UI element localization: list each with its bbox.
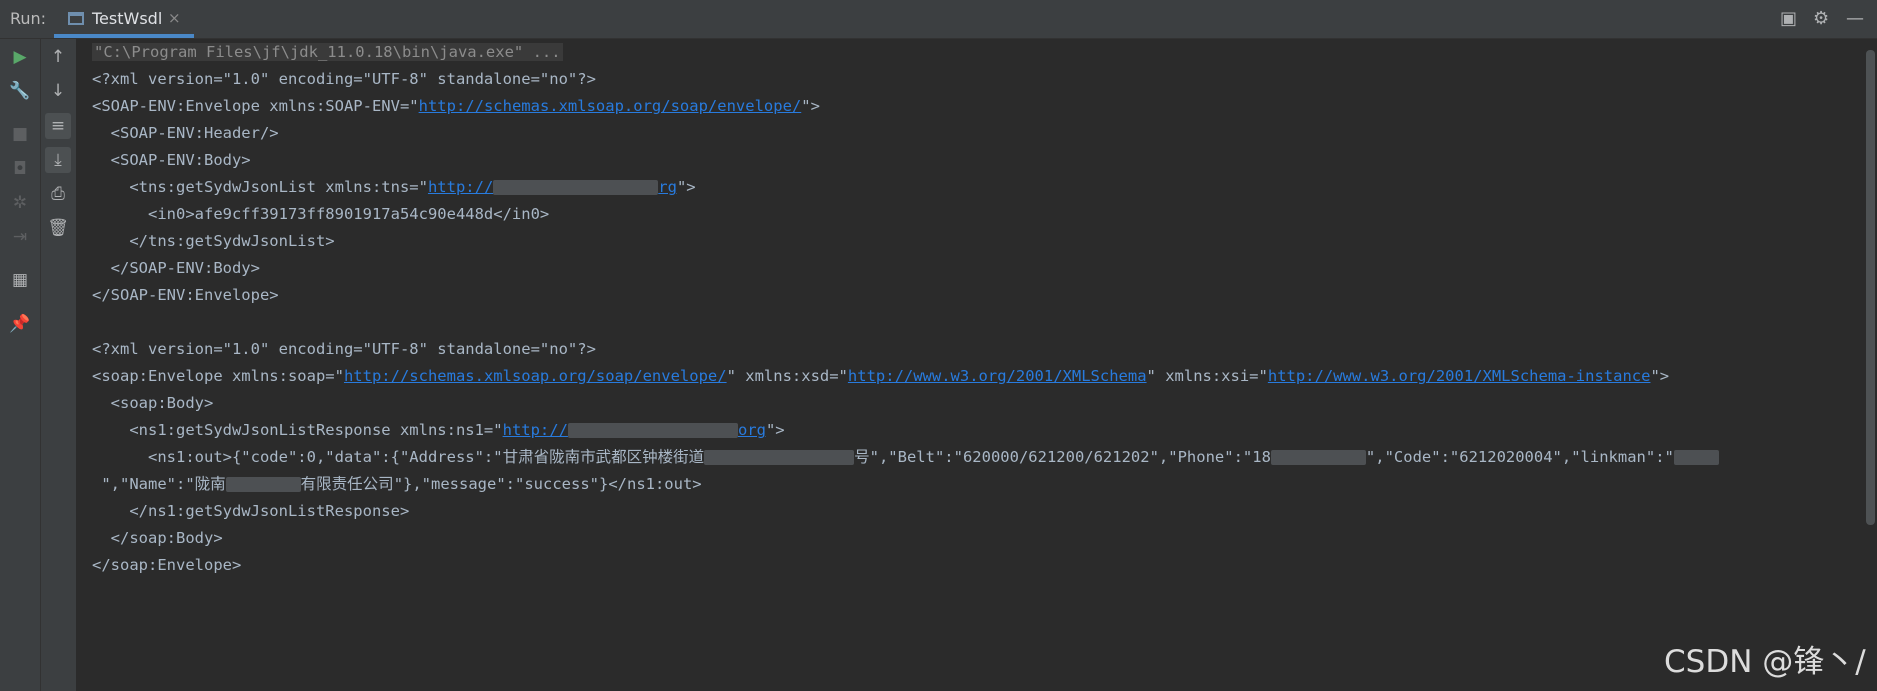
console-line: <soap:Body> xyxy=(92,394,214,412)
console-line: <?xml version="1.0" encoding="UTF-8" sta… xyxy=(92,70,596,88)
layout-icon[interactable]: ▣ xyxy=(1780,8,1797,29)
rerun-icon[interactable]: ▶ xyxy=(7,44,33,70)
redacted-blur xyxy=(704,450,855,465)
text: "},"message":"success"}</ns1:out> xyxy=(393,475,702,493)
console-line: "C:\Program Files\jf\jdk_11.0.18\bin\jav… xyxy=(92,41,563,63)
text: <SOAP-ENV:Envelope xmlns:SOAP-ENV=" xyxy=(92,97,419,115)
watermark: CSDN @锋丶/ xyxy=(1664,644,1866,680)
arrow-up-icon[interactable]: ↑ xyxy=(45,44,71,70)
tab-title: TestWsdl xyxy=(92,9,163,28)
text: 陇南 xyxy=(194,475,226,493)
soft-wrap-icon[interactable]: ≡ xyxy=(45,113,71,139)
text: " xmlns:xsi=" xyxy=(1146,367,1268,385)
text: 号 xyxy=(854,448,870,466)
text: <ns1:getSydwJsonListResponse xmlns:ns1=" xyxy=(92,421,503,439)
close-icon[interactable]: × xyxy=(168,9,181,27)
stop-icon[interactable]: ■ xyxy=(7,121,33,147)
text: <ns1:out>{"code":0,"data":{"Address":" xyxy=(92,448,503,466)
text: "> xyxy=(1650,367,1670,385)
text: ","Name":" xyxy=(92,475,195,493)
run-label: Run: xyxy=(10,9,47,28)
wrench-icon[interactable]: 🔧 xyxy=(7,78,33,104)
run-actions-gutter: ▶ 🔧 ■ ◘ ✲ ⇥ ▦ 📌 xyxy=(0,39,41,691)
redacted-blur xyxy=(1270,450,1366,465)
console-line: <soap:Envelope xmlns:soap="http://schema… xyxy=(92,365,1669,387)
scrollbar-thumb[interactable] xyxy=(1866,50,1875,525)
console-line: </SOAP-ENV:Envelope> xyxy=(92,286,279,304)
console-line: <SOAP-ENV:Header/> xyxy=(92,124,279,142)
console-tab-icon xyxy=(68,12,84,25)
link-text: rg xyxy=(658,178,677,196)
gear-icon[interactable]: ⚙ xyxy=(1813,8,1829,29)
text: 有限责任公司 xyxy=(300,475,394,493)
login-icon[interactable]: ⇥ xyxy=(7,224,33,250)
console-actions-gutter: ↑ ↓ ≡ ⤓ ⎙ 🗑 xyxy=(41,39,77,691)
pin-icon[interactable]: 📌 xyxy=(7,311,33,337)
console-line: <SOAP-ENV:Body> xyxy=(92,151,251,169)
text: <soap:Envelope xmlns:soap=" xyxy=(92,367,344,385)
redacted-blur xyxy=(1673,450,1719,465)
link[interactable]: http://schemas.xmlsoap.org/soap/envelope… xyxy=(419,97,802,115)
arrow-down-icon[interactable]: ↓ xyxy=(45,78,71,104)
scroll-to-end-icon[interactable]: ⤓ xyxy=(45,147,71,173)
link-redacted[interactable]: http:// org xyxy=(503,421,766,439)
console-line: <SOAP-ENV:Envelope xmlns:SOAP-ENV="http:… xyxy=(92,95,820,117)
console-line: ","Name":"陇南 有限责任公司"},"message":"success"… xyxy=(92,473,702,495)
layout-grid-icon[interactable]: ▦ xyxy=(7,267,33,293)
console-line: </soap:Body> xyxy=(92,529,223,547)
console-line: </soap:Envelope> xyxy=(92,556,242,574)
run-toolbar: Run: TestWsdl × ▣ ⚙ — xyxy=(0,0,1877,39)
text: " xmlns:xsd=" xyxy=(726,367,848,385)
link-text: http:// xyxy=(427,178,494,196)
text: "> xyxy=(801,97,820,115)
redacted-blur xyxy=(493,180,659,195)
console-line: <tns:getSydwJsonList xmlns:tns="http:// r… xyxy=(92,176,696,198)
console-line: <in0>afe9cff39173ff8901917a54c90e448d</i… xyxy=(92,205,550,223)
text: 甘肃省陇南市武都区钟楼街道 xyxy=(502,448,705,466)
command-line: "C:\Program Files\jf\jdk_11.0.18\bin\jav… xyxy=(92,43,563,61)
link-redacted[interactable]: http:// rg xyxy=(428,178,677,196)
link[interactable]: http://www.w3.org/2001/XMLSchema xyxy=(848,367,1147,385)
console-line: </ns1:getSydwJsonListResponse> xyxy=(92,502,410,520)
redacted-blur xyxy=(567,423,738,438)
text: "> xyxy=(676,178,696,196)
tab-testwsdl[interactable]: TestWsdl × xyxy=(54,0,194,38)
console-line: <?xml version="1.0" encoding="UTF-8" sta… xyxy=(92,340,596,358)
link[interactable]: http://www.w3.org/2001/XMLSchema-instanc… xyxy=(1268,367,1651,385)
console-output[interactable]: "C:\Program Files\jf\jdk_11.0.18\bin\jav… xyxy=(92,39,1862,691)
text: "> xyxy=(765,421,785,439)
link-text: http:// xyxy=(502,421,568,439)
link-text: org xyxy=(737,421,766,439)
text: ","Belt":"620000/621200/621202","Phone":… xyxy=(869,448,1271,466)
minimize-icon[interactable]: — xyxy=(1846,8,1864,29)
console-line: <ns1:out>{"code":0,"data":{"Address":"甘肃… xyxy=(92,446,1719,468)
link[interactable]: http://schemas.xmlsoap.org/soap/envelope… xyxy=(344,367,727,385)
print-icon[interactable]: ⎙ xyxy=(45,181,71,207)
text: <tns:getSydwJsonList xmlns:tns=" xyxy=(92,178,428,196)
text: ","Code":"6212020004","linkman":" xyxy=(1365,448,1674,466)
redacted-blur xyxy=(225,477,301,492)
console-line: </SOAP-ENV:Body> xyxy=(92,259,260,277)
trash-icon[interactable]: 🗑 xyxy=(45,215,71,241)
camera-icon[interactable]: ◘ xyxy=(7,156,33,182)
console-line: <ns1:getSydwJsonListResponse xmlns:ns1="… xyxy=(92,419,785,441)
console-line: </tns:getSydwJsonList> xyxy=(92,232,335,250)
bug-icon[interactable]: ✲ xyxy=(7,190,33,216)
